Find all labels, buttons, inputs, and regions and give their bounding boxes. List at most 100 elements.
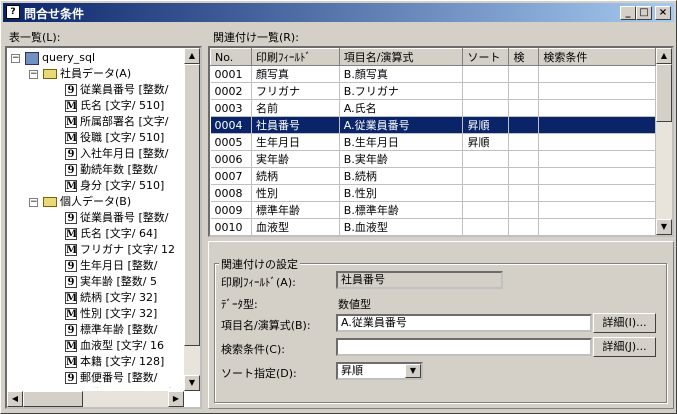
- maximize-button[interactable]: □: [636, 6, 652, 20]
- column-header[interactable]: No.: [210, 48, 252, 66]
- tree-item-field[interactable]: M 続柄 [文字/ 32]: [65, 290, 157, 306]
- tree-item-field[interactable]: 9 勤続年数 [整数/: [65, 162, 158, 178]
- grid-scroll-thumb[interactable]: [656, 64, 672, 122]
- collapse-group-icon[interactable]: −: [29, 70, 38, 79]
- scroll-up-icon[interactable]: ▲: [184, 48, 200, 64]
- column-header[interactable]: 検: [508, 48, 540, 66]
- collapse-root-icon[interactable]: −: [11, 54, 20, 63]
- tree-item-field[interactable]: M フリガナ [文字/ 12: [65, 242, 175, 258]
- field-type-icon: M: [65, 100, 78, 112]
- tree-item-field[interactable]: M 役職 [文字/ 510]: [65, 130, 164, 146]
- field-type-icon: 9: [65, 212, 77, 224]
- table-cell: [538, 116, 656, 134]
- table-cell: 生年月日: [251, 133, 340, 151]
- tree-item-field[interactable]: M 氏名 [文字/ 64]: [65, 226, 157, 242]
- tree-item-root[interactable]: query_sql: [25, 50, 95, 66]
- table-cell: 実年齢: [251, 150, 340, 168]
- sort-spec-select[interactable]: 昇順 ▼: [336, 362, 423, 380]
- sort-spec-label: ソート指定(D):: [221, 367, 297, 380]
- table-row[interactable]: 0006 実年齢 B.実年齢: [210, 150, 656, 168]
- tree-item-label: 入社年月日 [整数/: [80, 147, 169, 160]
- column-header[interactable]: ソート: [462, 48, 510, 66]
- column-header[interactable]: 印刷ﾌｨｰﾙﾄﾞ: [250, 48, 340, 66]
- table-cell: [462, 218, 510, 235]
- tree-item-label: 現住所フリガナ [文: [80, 387, 176, 388]
- grid-vertical-scrollbar[interactable]: ▲ ▼: [656, 48, 672, 235]
- tree-item-label: query_sql: [42, 51, 96, 64]
- tree-item-field[interactable]: 9 生年月日 [整数/: [65, 258, 158, 274]
- tree-item-field[interactable]: M 氏名 [文字/ 510]: [65, 98, 164, 114]
- tree-item-field[interactable]: M 血液型 [文字/ 16: [65, 338, 164, 354]
- table-cell: [508, 167, 540, 185]
- table-cell: フリガナ: [251, 82, 340, 100]
- table-cell: [462, 167, 510, 185]
- table-cell: B.性別: [339, 184, 464, 202]
- detail-i-button[interactable]: 詳細(I)...: [593, 313, 656, 333]
- tree-item-label: 生年月日 [整数/: [80, 259, 158, 272]
- scroll-down-icon[interactable]: ▼: [184, 375, 200, 391]
- table-row[interactable]: 0004 社員番号 A.従業員番号 昇順: [210, 116, 656, 134]
- table-cell: 血液型: [251, 218, 340, 235]
- table-row[interactable]: 0002 フリガナ B.フリガナ: [210, 82, 656, 100]
- chevron-down-icon[interactable]: ▼: [405, 364, 421, 378]
- column-header[interactable]: 検索条件: [538, 48, 656, 66]
- table-row[interactable]: 0008 性別 B.性別: [210, 184, 656, 202]
- mapping-list-label: 関連付け一覧(R):: [213, 31, 299, 44]
- table-cell: [462, 184, 510, 202]
- tree-item-label: フリガナ [文字/ 12: [80, 243, 175, 256]
- tree-item-field[interactable]: 9 標準年齢 [整数/: [65, 322, 158, 338]
- app-icon: ?: [6, 5, 20, 19]
- table-row[interactable]: 0003 名前 A.氏名: [210, 99, 656, 117]
- tree-item-field[interactable]: 9 実年齢 [整数/ 5: [65, 274, 157, 290]
- hscroll-thumb[interactable]: [23, 391, 83, 407]
- minimize-button[interactable]: _: [620, 6, 636, 20]
- table-cell: [538, 184, 656, 202]
- grid-scroll-up-icon[interactable]: ▲: [656, 48, 672, 64]
- table-row[interactable]: 0009 標準年齢 B.標準年齢: [210, 201, 656, 219]
- tree-horizontal-scrollbar[interactable]: ◀ ▶: [7, 391, 184, 407]
- table-cell: 0005: [210, 133, 252, 151]
- table-cell: 0002: [210, 82, 252, 100]
- grid-scroll-down-icon[interactable]: ▼: [656, 219, 672, 235]
- scroll-left-icon[interactable]: ◀: [7, 391, 23, 407]
- title-bar[interactable]: ? 問合せ条件 _ □ ×: [3, 3, 674, 22]
- table-row[interactable]: 0005 生年月日 B.生年月日 昇順: [210, 133, 656, 151]
- table-cell: [508, 82, 540, 100]
- scroll-thumb[interactable]: [184, 64, 200, 346]
- tree-item-field[interactable]: 9 従業員番号 [整数/: [65, 210, 169, 226]
- tree-item-field[interactable]: 9 入社年月日 [整数/: [65, 146, 169, 162]
- close-button[interactable]: ×: [655, 6, 671, 20]
- tree-item-label: 実年齢 [整数/ 5: [80, 275, 157, 288]
- tree-item-table[interactable]: 社員データ(A): [43, 66, 131, 82]
- column-header[interactable]: 項目名/演算式: [338, 48, 464, 66]
- tree-item-field[interactable]: M 本籍 [文字/ 128]: [65, 354, 164, 370]
- tree-item-field[interactable]: M 身分 [文字/ 510]: [65, 178, 164, 194]
- table-row[interactable]: 0007 続柄 B.続柄: [210, 167, 656, 185]
- table-cell: 0004: [210, 116, 252, 134]
- tree-item-field[interactable]: M 所属部署名 [文字/: [65, 114, 169, 130]
- table-cell: 0003: [210, 99, 252, 117]
- detail-j-button[interactable]: 詳細(J)...: [593, 337, 656, 357]
- tree-item-field[interactable]: 9 郵便番号 [整数/: [65, 370, 158, 386]
- item-expression-input[interactable]: A.従業員番号: [336, 314, 592, 332]
- tree-item-field[interactable]: 9 従業員番号 [整数/: [65, 82, 169, 98]
- tree-item-field[interactable]: M現住所フリガナ [文: [65, 386, 176, 388]
- collapse-group-icon[interactable]: −: [29, 198, 38, 207]
- table-cell: [538, 65, 656, 83]
- folder-icon: [43, 69, 57, 79]
- search-condition-input[interactable]: [336, 338, 592, 356]
- query-conditions-window: ? 問合せ条件 _ □ × 表一覧(L): − query_sql − 社員データ(A…: [0, 0, 677, 414]
- mapping-grid[interactable]: No. 印刷ﾌｨｰﾙﾄﾞ 項目名/演算式 ソート検検索条件 0001 顔写真 B.顔写真 0…: [208, 46, 674, 237]
- table-tree[interactable]: − query_sql − 社員データ(A) 9 従業員番号 [整数/M 氏名 [文字/ 5…: [5, 46, 202, 409]
- table-row[interactable]: 0001 顔写真 B.顔写真: [210, 65, 656, 83]
- tree-item-label: 勤続年数 [整数/: [80, 163, 158, 176]
- tree-item-label: 郵便番号 [整数/: [80, 371, 158, 384]
- tree-item-table[interactable]: 個人データ(B): [43, 194, 131, 210]
- table-cell: [538, 201, 656, 219]
- scroll-right-icon[interactable]: ▶: [168, 391, 184, 407]
- table-cell: 性別: [251, 184, 340, 202]
- table-row[interactable]: 0010 血液型 B.血液型: [210, 218, 656, 235]
- tree-vertical-scrollbar[interactable]: ▲ ▼: [184, 48, 200, 391]
- tree-item-field[interactable]: M 性別 [文字/ 32]: [65, 306, 157, 322]
- tree-item-label: 社員データ(A): [60, 67, 132, 80]
